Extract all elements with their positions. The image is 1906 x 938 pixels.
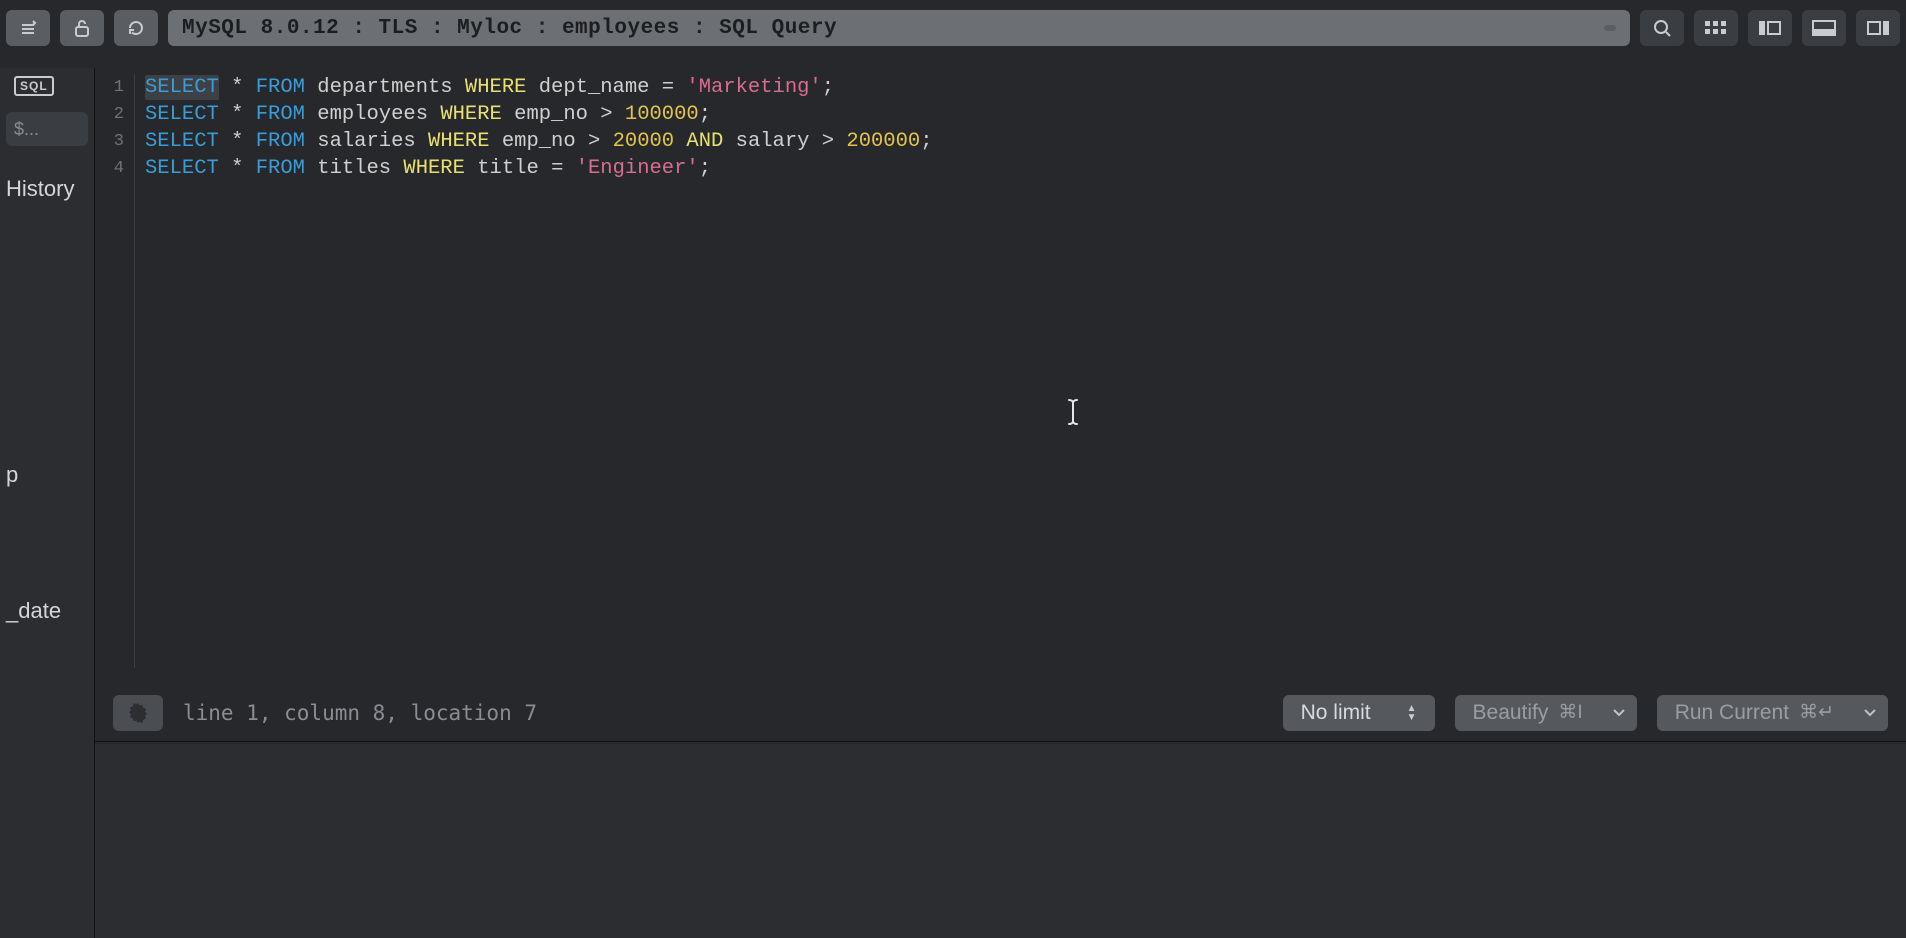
- top-toolbar: MySQL 8.0.12 : TLS : Myloc : employees :…: [0, 8, 1906, 48]
- pane-layout-group: [1748, 10, 1900, 46]
- code-line[interactable]: SELECT * FROM departments WHERE dept_nam…: [145, 74, 933, 101]
- editor-area: 1234 SELECT * FROM departments WHERE dep…: [95, 68, 1906, 938]
- pane-bottom-icon: [1812, 20, 1836, 36]
- refresh-icon: [126, 18, 146, 38]
- chevron-down-icon: [1863, 708, 1877, 718]
- grid-icon: [1705, 21, 1727, 35]
- code-line[interactable]: SELECT * FROM titles WHERE title = 'Engi…: [145, 155, 933, 182]
- row-limit-select[interactable]: No limit ▲▼: [1283, 695, 1435, 731]
- toolbar-collapse-button[interactable]: [6, 10, 50, 46]
- beautify-label: Beautify: [1473, 701, 1549, 725]
- results-pane[interactable]: [95, 744, 1906, 938]
- sidebar-item-date[interactable]: _date: [6, 598, 88, 624]
- run-dropdown[interactable]: [1852, 695, 1888, 731]
- pane-right-icon: [1867, 21, 1889, 35]
- sql-badge[interactable]: SQL: [14, 76, 54, 96]
- lock-button[interactable]: [60, 10, 104, 46]
- pane-left-button[interactable]: [1748, 10, 1792, 46]
- editor-statusbar: line 1, column 8, location 7 No limit ▲▼…: [95, 684, 1906, 742]
- line-gutter: 1234: [95, 74, 135, 668]
- pane-right-button[interactable]: [1856, 10, 1900, 46]
- breadcrumb-text: MySQL 8.0.12 : TLS : Myloc : employees :…: [182, 17, 837, 40]
- sidebar-item-p[interactable]: p: [6, 462, 88, 488]
- run-current-button[interactable]: Run Current ⌘↵: [1657, 695, 1888, 731]
- line-number: 3: [95, 128, 124, 155]
- chevron-down-icon: [1612, 708, 1626, 718]
- line-number: 1: [95, 74, 124, 101]
- run-shortcut: ⌘↵: [1799, 701, 1834, 724]
- filter-placeholder: $...: [14, 119, 39, 140]
- sidebar-history-heading[interactable]: History: [6, 176, 88, 202]
- beautify-dropdown[interactable]: [1601, 695, 1637, 731]
- beautify-button[interactable]: Beautify ⌘I: [1455, 695, 1637, 731]
- sidebar: SQL $... History p _date: [0, 68, 95, 938]
- grid-button[interactable]: [1694, 10, 1738, 46]
- collapse-icon: [19, 19, 37, 37]
- code-content[interactable]: SELECT * FROM departments WHERE dept_nam…: [135, 74, 933, 668]
- beautify-shortcut: ⌘I: [1558, 701, 1582, 724]
- breadcrumb-badge: [1604, 25, 1616, 31]
- pane-bottom-button[interactable]: [1802, 10, 1846, 46]
- refresh-button[interactable]: [114, 10, 158, 46]
- code-line[interactable]: SELECT * FROM employees WHERE emp_no > 1…: [145, 101, 933, 128]
- row-limit-label: No limit: [1301, 701, 1371, 725]
- line-number: 4: [95, 155, 124, 182]
- line-number: 2: [95, 101, 124, 128]
- run-label: Run Current: [1675, 701, 1789, 725]
- sql-editor[interactable]: 1234 SELECT * FROM departments WHERE dep…: [95, 68, 1906, 668]
- pane-left-icon: [1759, 21, 1781, 35]
- gear-icon: [127, 702, 149, 724]
- cursor-position-text: line 1, column 8, location 7: [183, 701, 537, 725]
- lock-open-icon: [73, 18, 91, 38]
- code-line[interactable]: SELECT * FROM salaries WHERE emp_no > 20…: [145, 128, 933, 155]
- updown-icon: ▲▼: [1407, 704, 1417, 722]
- editor-settings-button[interactable]: [113, 695, 163, 731]
- search-button[interactable]: [1640, 10, 1684, 46]
- sidebar-filter-input[interactable]: $...: [6, 112, 88, 146]
- search-icon: [1652, 18, 1672, 38]
- breadcrumb[interactable]: MySQL 8.0.12 : TLS : Myloc : employees :…: [168, 10, 1630, 46]
